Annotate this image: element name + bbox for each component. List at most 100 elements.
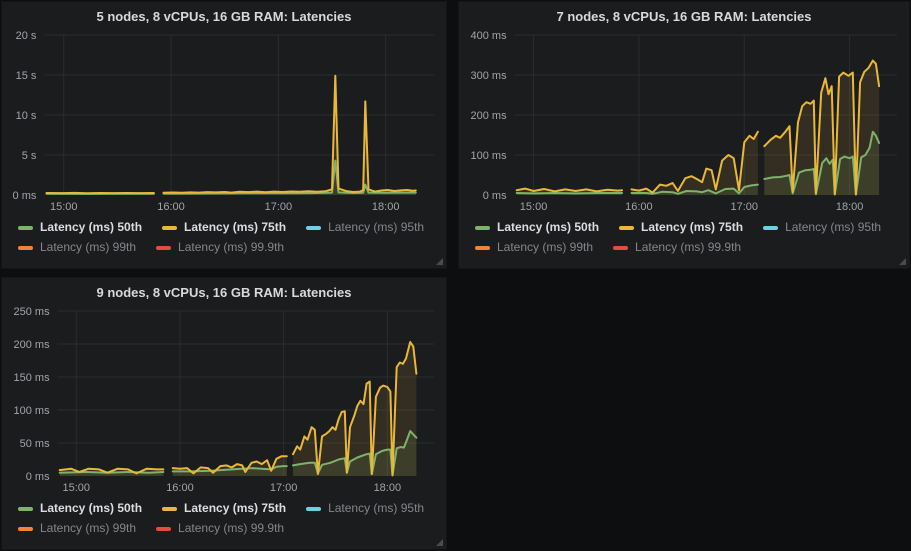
legend-item[interactable]: Latency (ms) 50th xyxy=(18,220,142,235)
gridlines xyxy=(44,35,434,195)
series-color-swatch xyxy=(162,226,177,230)
svg-text:15 s: 15 s xyxy=(16,70,37,82)
series-color-swatch xyxy=(475,246,490,250)
panel-resize-handle[interactable] xyxy=(899,258,906,265)
panel-7-nodes-latencies: 7 nodes, 8 vCPUs, 16 GB RAM: Latencies 4… xyxy=(459,2,909,268)
svg-text:5 s: 5 s xyxy=(22,150,37,162)
legend-label: Latency (ms) 99.9th xyxy=(178,240,284,255)
svg-text:100 ms: 100 ms xyxy=(14,405,51,417)
series-color-swatch xyxy=(763,226,778,230)
svg-text:18:00: 18:00 xyxy=(374,482,402,494)
x-axis-labels: 15:00 16:00 17:00 18:00 xyxy=(520,201,864,213)
svg-text:18:00: 18:00 xyxy=(372,201,400,213)
svg-text:15:00: 15:00 xyxy=(62,482,90,494)
svg-text:0 ms: 0 ms xyxy=(13,190,37,202)
svg-text:0 ms: 0 ms xyxy=(26,471,50,483)
x-axis-labels: 15:00 16:00 17:00 18:00 xyxy=(62,482,401,494)
x-axis-labels: 15:00 16:00 17:00 18:00 xyxy=(50,201,400,213)
svg-text:16:00: 16:00 xyxy=(166,482,194,494)
series-color-swatch xyxy=(306,507,321,511)
legend-item[interactable]: Latency (ms) 75th xyxy=(162,501,286,516)
series-color-swatch xyxy=(18,507,33,511)
legend: Latency (ms) 50th Latency (ms) 75th Latenc… xyxy=(2,498,446,549)
legend-item[interactable]: Latency (ms) 95th xyxy=(763,220,881,235)
legend-label: Latency (ms) 95th xyxy=(785,220,881,235)
legend: Latency (ms) 50th Latency (ms) 75th Latenc… xyxy=(459,217,909,268)
legend-item[interactable]: Latency (ms) 99.9th xyxy=(156,521,284,536)
series-color-swatch xyxy=(306,226,321,230)
svg-text:16:00: 16:00 xyxy=(625,201,653,213)
legend-label: Latency (ms) 50th xyxy=(497,220,599,235)
panel-title[interactable]: 5 nodes, 8 vCPUs, 16 GB RAM: Latencies xyxy=(2,2,446,27)
panel-resize-handle[interactable] xyxy=(436,258,443,265)
svg-text:15:00: 15:00 xyxy=(520,201,548,213)
panel-resize-handle[interactable] xyxy=(436,539,443,546)
dashboard: { "page": { "colors": { "background": "#… xyxy=(0,0,911,551)
svg-text:20 s: 20 s xyxy=(16,30,37,42)
legend-label: Latency (ms) 50th xyxy=(40,220,142,235)
series-color-swatch xyxy=(619,226,634,230)
series-color-swatch xyxy=(156,527,171,531)
svg-text:16:00: 16:00 xyxy=(157,201,185,213)
svg-text:17:00: 17:00 xyxy=(730,201,758,213)
svg-text:17:00: 17:00 xyxy=(265,201,293,213)
legend: Latency (ms) 50th Latency (ms) 75th Latenc… xyxy=(2,217,446,268)
legend-label: Latency (ms) 99th xyxy=(40,240,136,255)
chart-area: 20 s 15 s 10 s 5 s 0 ms 15:00 16:00 17:00 18:00 xyxy=(2,27,446,217)
legend-item[interactable]: Latency (ms) 50th xyxy=(475,220,599,235)
svg-text:0 ms: 0 ms xyxy=(483,190,507,202)
legend-label: Latency (ms) 99.9th xyxy=(635,240,741,255)
legend-item[interactable]: Latency (ms) 50th xyxy=(18,501,142,516)
legend-item[interactable]: Latency (ms) 99th xyxy=(18,521,136,536)
latency-chart-5-nodes[interactable]: 20 s 15 s 10 s 5 s 0 ms 15:00 16:00 17:00 18:00 xyxy=(2,27,446,217)
svg-text:300 ms: 300 ms xyxy=(471,70,508,82)
legend-label: Latency (ms) 75th xyxy=(184,501,286,516)
svg-text:200 ms: 200 ms xyxy=(14,339,51,351)
legend-label: Latency (ms) 75th xyxy=(641,220,743,235)
series-fill xyxy=(164,161,416,195)
panel-5-nodes-latencies: 5 nodes, 8 vCPUs, 16 GB RAM: Latencies 2… xyxy=(2,2,446,268)
legend-item[interactable]: Latency (ms) 99th xyxy=(475,240,593,255)
svg-text:150 ms: 150 ms xyxy=(14,372,51,384)
legend-item[interactable]: Latency (ms) 75th xyxy=(619,220,743,235)
panel-9-nodes-latencies: 9 nodes, 8 vCPUs, 16 GB RAM: Latencies 2… xyxy=(2,278,446,549)
latency-chart-7-nodes[interactable]: 400 ms 300 ms 200 ms 100 ms 0 ms 15:00 16:00 17… xyxy=(459,27,909,217)
chart-area: 250 ms 200 ms 150 ms 100 ms 50 ms 0 ms 15:00 16… xyxy=(2,303,446,498)
svg-text:100 ms: 100 ms xyxy=(471,150,508,162)
latency-chart-9-nodes[interactable]: 250 ms 200 ms 150 ms 100 ms 50 ms 0 ms 15:00 16… xyxy=(2,303,446,498)
panel-title[interactable]: 7 nodes, 8 vCPUs, 16 GB RAM: Latencies xyxy=(459,2,909,27)
legend-item[interactable]: Latency (ms) 75th xyxy=(162,220,286,235)
svg-text:17:00: 17:00 xyxy=(270,482,298,494)
series-fill xyxy=(293,342,416,476)
svg-text:400 ms: 400 ms xyxy=(471,30,508,42)
series-fill xyxy=(164,76,416,195)
legend-item[interactable]: Latency (ms) 99.9th xyxy=(156,240,284,255)
chart-area: 400 ms 300 ms 200 ms 100 ms 0 ms 15:00 16:00 17… xyxy=(459,27,909,217)
svg-text:15:00: 15:00 xyxy=(50,201,78,213)
series-color-swatch xyxy=(613,246,628,250)
series-color-swatch xyxy=(162,507,177,511)
legend-item[interactable]: Latency (ms) 99.9th xyxy=(613,240,741,255)
svg-text:200 ms: 200 ms xyxy=(471,110,508,122)
y-axis-labels: 20 s 15 s 10 s 5 s 0 ms xyxy=(13,30,37,202)
series-color-swatch xyxy=(475,226,490,230)
series-color-swatch xyxy=(18,226,33,230)
legend-item[interactable]: Latency (ms) 95th xyxy=(306,220,424,235)
series-line xyxy=(164,161,416,194)
legend-item[interactable]: Latency (ms) 95th xyxy=(306,501,424,516)
legend-label: Latency (ms) 95th xyxy=(328,220,424,235)
series-color-swatch xyxy=(18,527,33,531)
series-color-swatch xyxy=(156,246,171,250)
series-fill xyxy=(764,61,879,195)
y-axis-labels: 400 ms 300 ms 200 ms 100 ms 0 ms xyxy=(471,30,508,202)
series-line xyxy=(164,76,416,193)
legend-label: Latency (ms) 99th xyxy=(40,521,136,536)
legend-label: Latency (ms) 99th xyxy=(497,240,593,255)
panel-title[interactable]: 9 nodes, 8 vCPUs, 16 GB RAM: Latencies xyxy=(2,278,446,303)
svg-text:250 ms: 250 ms xyxy=(14,306,51,318)
svg-text:18:00: 18:00 xyxy=(836,201,864,213)
svg-text:50 ms: 50 ms xyxy=(20,438,50,450)
svg-text:10 s: 10 s xyxy=(16,110,37,122)
legend-label: Latency (ms) 99.9th xyxy=(178,521,284,536)
legend-item[interactable]: Latency (ms) 99th xyxy=(18,240,136,255)
